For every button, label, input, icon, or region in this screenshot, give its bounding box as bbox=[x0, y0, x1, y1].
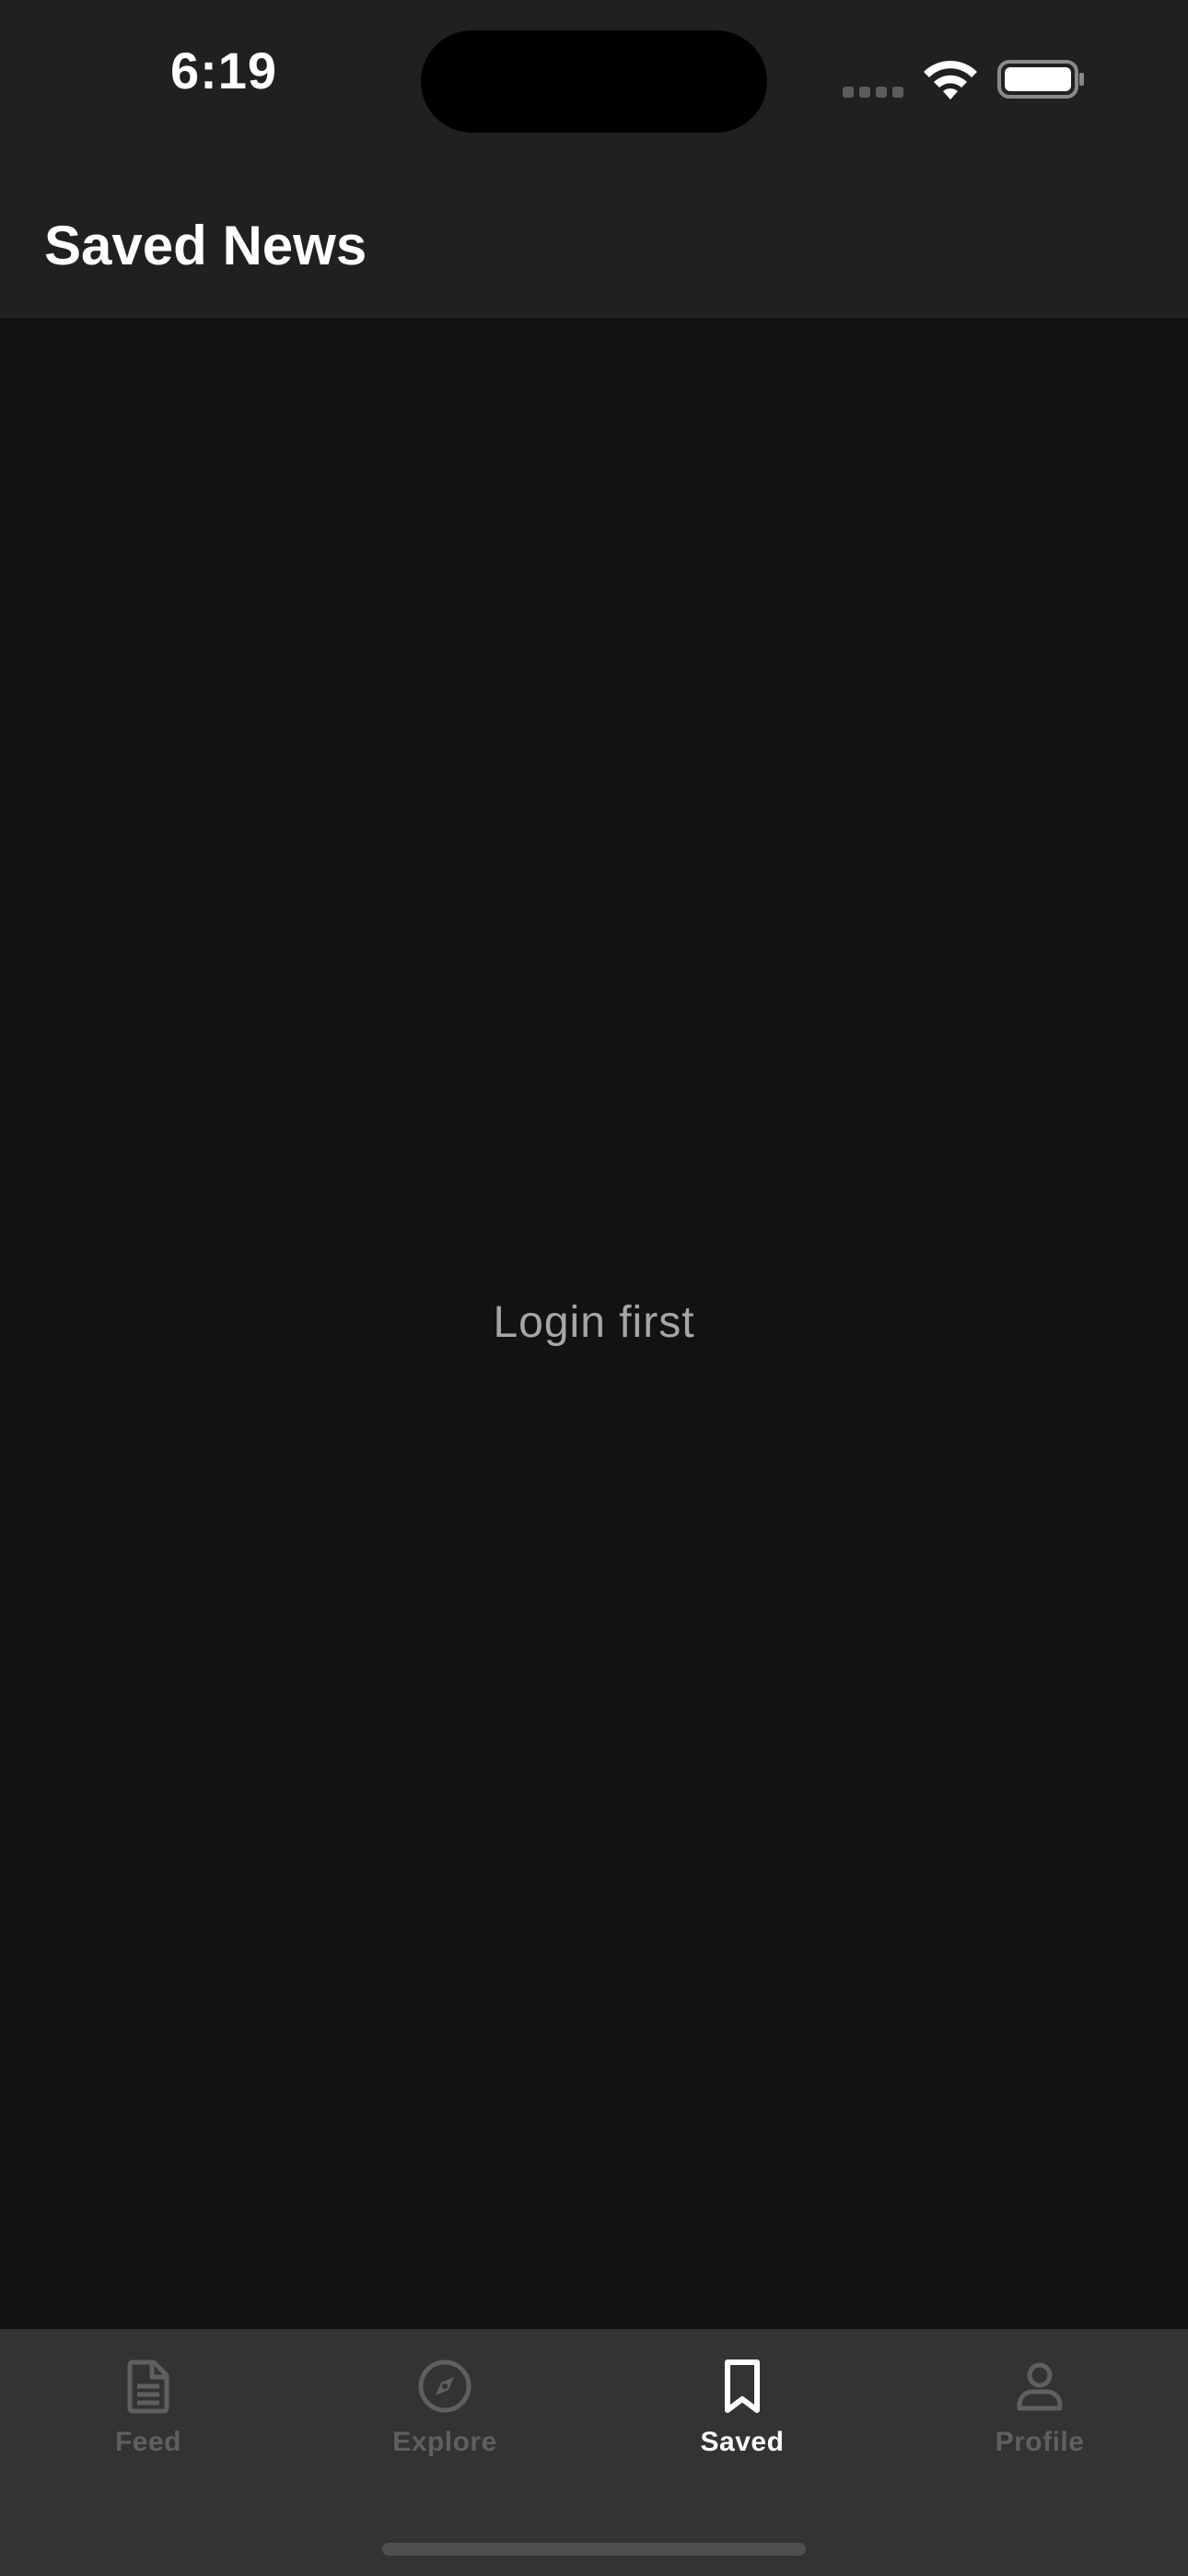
person-icon bbox=[1017, 2362, 1063, 2411]
home-indicator[interactable] bbox=[382, 2543, 806, 2556]
battery-icon bbox=[997, 60, 1084, 99]
compass-icon bbox=[418, 2359, 472, 2413]
tab-bar: Feed Explore Saved Profile bbox=[0, 2329, 1188, 2576]
tab-label: Explore bbox=[392, 2427, 497, 2457]
tab-label: Feed bbox=[114, 2427, 182, 2457]
tab-feed[interactable]: Feed bbox=[0, 2357, 297, 2495]
cellular-signal-icon bbox=[843, 87, 905, 98]
saved-news-content: Login first bbox=[0, 318, 1188, 2329]
navigation-header: Saved News bbox=[0, 166, 1188, 318]
wifi-icon bbox=[924, 60, 977, 100]
tab-label: Saved bbox=[700, 2427, 785, 2457]
tab-saved[interactable]: Saved bbox=[594, 2357, 891, 2495]
dynamic-island bbox=[421, 30, 767, 133]
bookmark-icon bbox=[725, 2359, 760, 2413]
tab-profile[interactable]: Profile bbox=[891, 2357, 1188, 2495]
document-icon bbox=[127, 2359, 169, 2414]
tab-explore[interactable]: Explore bbox=[297, 2357, 593, 2495]
login-first-message: Login first bbox=[493, 1298, 695, 1347]
tab-label: Profile bbox=[995, 2427, 1085, 2457]
status-bar: 6:19 bbox=[0, 0, 1188, 166]
status-time: 6:19 bbox=[169, 41, 278, 100]
page-title: Saved News bbox=[44, 215, 367, 276]
